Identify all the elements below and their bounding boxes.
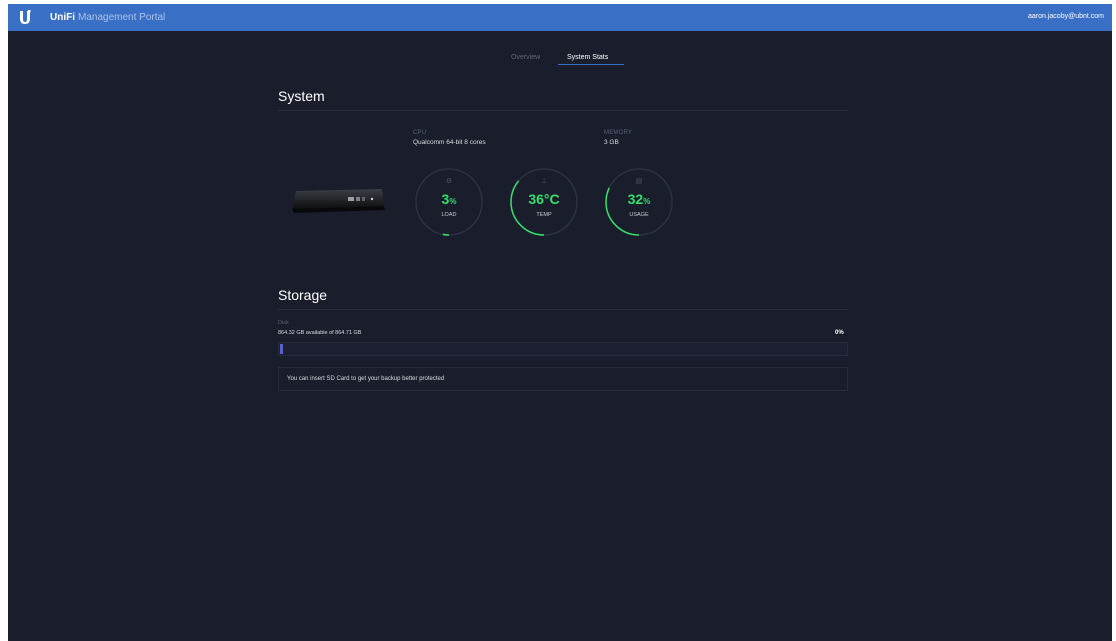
thermometer-icon: ⊥ (540, 178, 548, 185)
temp-gauge: ⊥ 36°C TEMP (509, 167, 579, 237)
disk-progress-bar (278, 342, 848, 356)
temp-value: 36°C (509, 191, 579, 209)
load-unit: % (449, 197, 457, 206)
cpu-value: Qualcomm 64-bit 8 cores (413, 139, 486, 146)
memory-value: 3 GB (604, 139, 619, 146)
memory-icon: ▤ (635, 178, 643, 185)
temp-label: TEMP (536, 212, 552, 218)
app-window: UniFi Management Portal aaron.jacoby@ubnt… (8, 4, 1112, 641)
cpu-label: CPU (413, 130, 427, 136)
cloud-key-device-image (292, 189, 385, 213)
temp-number: 36°C (528, 191, 560, 207)
storage-divider (278, 309, 848, 310)
usage-value: 32% (604, 191, 674, 209)
app-title: UniFi Management Portal (50, 12, 165, 23)
tab-overview[interactable]: Overview (511, 54, 540, 61)
sd-card-notice: You can insert SD Card to get your backu… (278, 367, 848, 391)
system-section-title: System (278, 88, 325, 104)
load-label: LOAD (441, 212, 457, 218)
cpu-icon: ⚙ (445, 178, 453, 185)
ubiquiti-logo-icon[interactable] (18, 10, 32, 25)
usage-label: USAGE (629, 212, 649, 218)
disk-label: Disk (278, 320, 289, 326)
top-bar: UniFi Management Portal aaron.jacoby@ubnt… (8, 4, 1112, 31)
active-tab-indicator (558, 64, 624, 65)
storage-section-title: Storage (278, 287, 328, 303)
user-email[interactable]: aaron.jacoby@ubnt.com (1028, 13, 1104, 20)
load-gauge: ⚙ 3% LOAD (414, 167, 484, 237)
usage-gauge: ▤ 32% USAGE (604, 167, 674, 237)
sd-card-notice-text: You can insert SD Card to get your backu… (287, 376, 445, 382)
system-divider (278, 110, 848, 111)
tab-bar: Overview System Stats (8, 54, 1112, 70)
memory-label: MEMORY (604, 130, 633, 136)
disk-progress-fill (280, 344, 283, 354)
brand-subtitle: Management Portal (78, 12, 166, 23)
disk-available: 864.32 GB available of 864.71 GB (278, 330, 362, 336)
usage-unit: % (643, 197, 651, 206)
usage-number: 32 (627, 191, 644, 207)
load-value: 3% (414, 191, 484, 209)
disk-percent: 0% (835, 330, 844, 336)
brand-name: UniFi (50, 12, 75, 23)
tab-system-stats[interactable]: System Stats (567, 54, 608, 61)
